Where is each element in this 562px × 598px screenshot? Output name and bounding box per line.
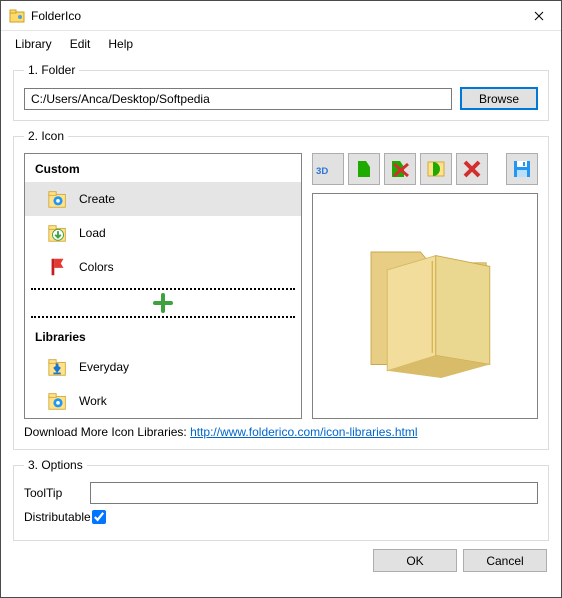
custom-header: Custom	[25, 154, 301, 182]
tooltip-input[interactable]	[90, 482, 538, 504]
app-icon	[9, 8, 25, 24]
options-legend: 3. Options	[24, 458, 87, 472]
gear-icon	[47, 188, 69, 210]
library-item-work[interactable]: Work	[25, 384, 301, 418]
custom-item-create[interactable]: Create	[25, 182, 301, 216]
menu-library[interactable]: Library	[7, 33, 60, 55]
libraries-header: Libraries	[25, 322, 301, 350]
folder-group: 1. Folder Browse	[13, 63, 549, 121]
folder-legend: 1. Folder	[24, 63, 79, 77]
tool-3d-button[interactable]: 3D	[312, 153, 344, 185]
item-label: Create	[79, 192, 115, 206]
item-label: Colors	[79, 260, 114, 274]
cancel-button[interactable]: Cancel	[463, 549, 547, 572]
menu-edit[interactable]: Edit	[62, 33, 99, 55]
menu-help[interactable]: Help	[100, 33, 141, 55]
gear-icon	[47, 390, 69, 412]
item-label: Everyday	[79, 360, 129, 374]
options-group: 3. Options ToolTip Distributable	[13, 458, 549, 541]
titlebar: FolderIco	[1, 1, 561, 31]
library-item-everyday[interactable]: Everyday	[25, 350, 301, 384]
folder-icon	[335, 216, 515, 396]
icon-preview	[312, 193, 538, 419]
arrow-down-icon	[47, 222, 69, 244]
tool-delete-button[interactable]	[456, 153, 488, 185]
library-panel: Custom Create Load Colors	[24, 153, 302, 419]
custom-item-load[interactable]: Load	[25, 216, 301, 250]
browse-button[interactable]: Browse	[460, 87, 538, 110]
tool-yellow-button[interactable]	[420, 153, 452, 185]
close-button[interactable]	[516, 1, 561, 31]
tooltip-label: ToolTip	[24, 486, 90, 500]
flag-icon	[47, 256, 69, 278]
dialog-buttons: OK Cancel	[13, 549, 549, 572]
item-label: Load	[79, 226, 106, 240]
download-link[interactable]: http://www.folderico.com/icon-libraries.…	[190, 425, 417, 439]
distributable-checkbox[interactable]	[92, 510, 106, 524]
download-label: Download More Icon Libraries:	[24, 425, 190, 439]
download-row: Download More Icon Libraries: http://www…	[24, 425, 538, 439]
menubar: Library Edit Help	[1, 31, 561, 57]
svg-text:3D: 3D	[316, 166, 328, 177]
custom-item-colors[interactable]: Colors	[25, 250, 301, 284]
window-title: FolderIco	[31, 9, 516, 23]
drop-zone[interactable]	[31, 288, 295, 318]
tool-save-button[interactable]	[506, 153, 538, 185]
tool-green-delete-button[interactable]	[384, 153, 416, 185]
icon-legend: 2. Icon	[24, 129, 68, 143]
item-label: Work	[79, 394, 107, 408]
folder-path-input[interactable]	[24, 88, 452, 110]
download-icon	[47, 356, 69, 378]
tool-green-button[interactable]	[348, 153, 380, 185]
distributable-label: Distributable	[24, 510, 90, 524]
plus-icon	[151, 291, 175, 315]
icon-group: 2. Icon Custom Create Load Colors	[13, 129, 549, 450]
ok-button[interactable]: OK	[373, 549, 457, 572]
icon-toolbar: 3D	[312, 153, 538, 185]
